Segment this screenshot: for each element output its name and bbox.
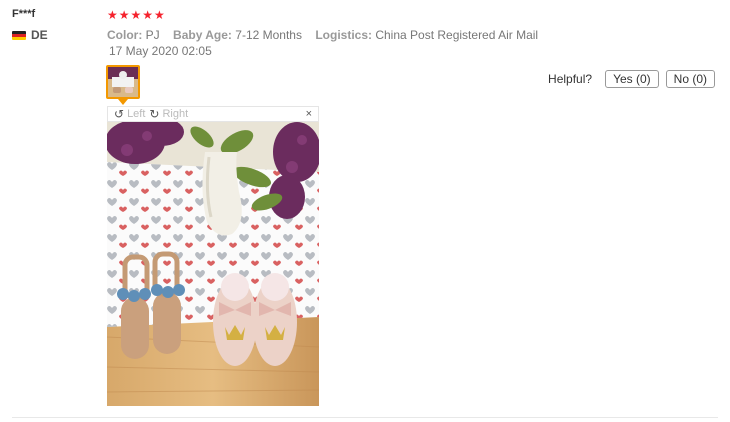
rotate-left-icon: ↺ [114, 107, 125, 121]
attr-color: Color: PJ [107, 28, 160, 42]
review-photo-thumbnail[interactable] [106, 65, 140, 99]
attr-logistics: Logistics: China Post Registered Air Mai… [315, 28, 539, 42]
helpful-label: Helpful? [548, 72, 593, 86]
review-divider [12, 417, 718, 418]
close-icon[interactable]: × [306, 108, 312, 120]
review-photo-large [107, 122, 319, 406]
rotate-left-button[interactable]: ↺ Left [114, 107, 145, 121]
reviewer-country: DE [12, 28, 92, 42]
rating-stars: ★★★★★ [107, 8, 166, 22]
helpful-yes-button[interactable]: Yes (0) [605, 70, 659, 88]
rotate-right-button[interactable]: ↻ Right [149, 107, 188, 121]
reviewer-name: F***f [12, 8, 36, 20]
thumbnail-pointer [118, 99, 128, 105]
review-content: ★★★★★ Color: PJ Baby Age: 7-12 Months Lo… [107, 8, 717, 58]
review-attributes: Color: PJ Baby Age: 7-12 Months Logistic… [107, 28, 717, 42]
helpful-no-button[interactable]: No (0) [665, 70, 715, 88]
review-date: 17 May 2020 02:05 [109, 44, 212, 58]
country-code: DE [31, 28, 48, 42]
attr-baby-age: Baby Age: 7-12 Months [173, 28, 302, 42]
helpful-vote: Helpful? Yes (0) No (0) [548, 70, 715, 88]
rotate-right-icon: ↻ [149, 107, 160, 121]
reviewer-info: F***f DE [12, 8, 92, 42]
photo-viewer-toolbar: ↺ Left ↻ Right × [107, 106, 319, 122]
germany-flag-icon [12, 30, 26, 40]
